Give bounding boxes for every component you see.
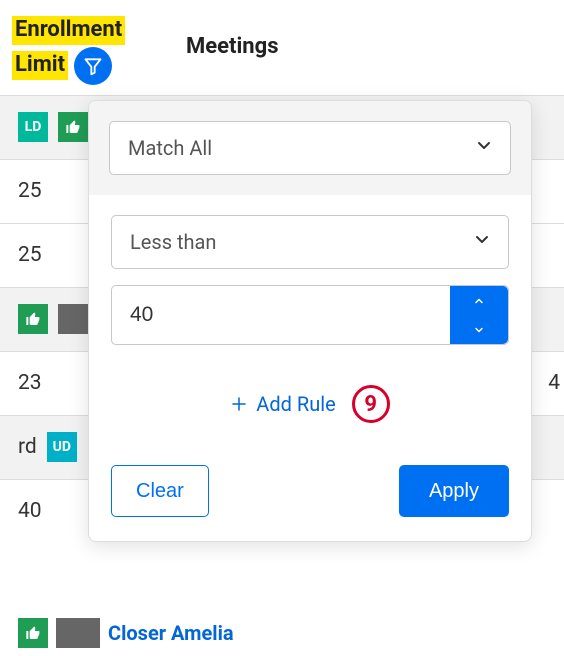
- value-input-wrap: [111, 285, 509, 345]
- table-row-fragment: Closer Amelia: [18, 618, 234, 648]
- chevron-down-icon: [471, 324, 487, 336]
- thumbs-up-icon: [58, 112, 88, 142]
- operator-value: Less than: [130, 230, 216, 254]
- meetings-label: Meetings: [186, 16, 279, 59]
- add-rule-button[interactable]: Add Rule: [230, 392, 335, 416]
- ud-badge: UD: [47, 432, 77, 462]
- clear-button[interactable]: Clear: [111, 465, 209, 517]
- cell-value: 40: [18, 499, 42, 523]
- dark-badge: [58, 304, 88, 334]
- chevron-down-icon: [472, 230, 492, 255]
- button-row: Clear Apply: [111, 445, 509, 517]
- add-rule-row: Add Rule 9: [111, 361, 509, 429]
- chevron-down-icon: [474, 136, 494, 161]
- cell-value: 25: [18, 179, 42, 203]
- cell-value-right: 4: [548, 371, 560, 395]
- stepper-up[interactable]: [450, 286, 508, 315]
- add-rule-label: Add Rule: [256, 392, 335, 416]
- dark-badge: [56, 618, 100, 648]
- enrollment-limit-header: Enrollment Limit: [0, 16, 170, 85]
- cell-value: 23: [18, 371, 42, 395]
- enrollment-label-2: Limit: [12, 51, 68, 80]
- thumbs-up-icon: [18, 618, 48, 648]
- thumbs-up-icon: [18, 304, 48, 334]
- cell-prefix: rd: [18, 435, 37, 459]
- filter-value-input[interactable]: [112, 286, 450, 344]
- popover-header: Match All: [89, 101, 531, 195]
- ld-badge: LD: [18, 112, 48, 142]
- filter-button[interactable]: [74, 47, 112, 85]
- plus-icon: [230, 395, 248, 413]
- meetings-header: Meetings: [170, 16, 279, 59]
- value-stepper[interactable]: [450, 286, 508, 344]
- popover-body: Less than Add Rule 9 Clea: [89, 195, 531, 541]
- row-name-link[interactable]: Closer Amelia: [108, 621, 234, 645]
- enrollment-label-1: Enrollment: [12, 16, 125, 45]
- chevron-up-icon: [471, 295, 487, 307]
- filter-popover: Match All Less than: [88, 100, 532, 542]
- operator-select[interactable]: Less than: [111, 215, 509, 269]
- funnel-icon: [83, 56, 103, 76]
- stepper-down[interactable]: [450, 315, 508, 344]
- apply-button[interactable]: Apply: [399, 465, 509, 517]
- cell-value: 25: [18, 243, 42, 267]
- match-mode-select[interactable]: Match All: [109, 121, 511, 175]
- column-headers: Enrollment Limit Meetings: [0, 0, 564, 95]
- step-badge: 9: [352, 385, 390, 423]
- match-mode-value: Match All: [128, 136, 212, 160]
